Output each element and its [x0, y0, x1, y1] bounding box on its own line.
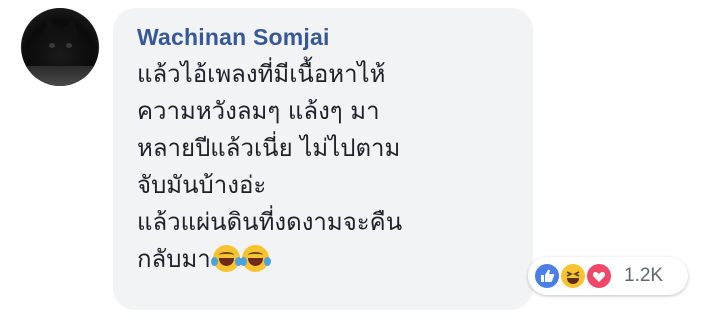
comment-text-last-line: กลับมา — [137, 241, 527, 278]
cat-eye-right — [66, 43, 72, 48]
comment-row: Wachinan Somjai แล้วไอ้เพลงที่มีเนื้อหาไ… — [0, 0, 711, 320]
cat-eye-left — [49, 43, 55, 48]
joy-emoji-icon — [210, 245, 242, 272]
joy-emoji-icon — [239, 245, 271, 272]
reaction-count: 1.2K — [624, 265, 664, 286]
comment-text-line: หลายปีแล้วเนี่ย ไม่ไปตาม — [137, 134, 401, 162]
cat-ear-right — [60, 15, 84, 37]
haha-reaction-icon — [559, 262, 587, 290]
comment-bubble: Wachinan Somjai แล้วไอ้เพลงที่มีเนื้อหาไ… — [113, 8, 533, 310]
cat-ear-left — [38, 15, 62, 37]
comment-text-line: จับมันบ้างอ่ะ — [137, 171, 267, 199]
comment-text-line: แล้วไอ้เพลงที่มีเนื้อหาไห้ — [137, 60, 386, 88]
love-reaction-icon — [585, 262, 613, 290]
reactions-summary[interactable]: 1.2K — [528, 257, 688, 295]
avatar[interactable] — [21, 8, 99, 86]
comment-text-line: ความหวังลมๆ แล้งๆ มา — [137, 97, 380, 125]
avatar-background — [21, 66, 99, 86]
comment-text-line: กลับมา — [137, 245, 211, 273]
comment-author-name[interactable]: Wachinan Somjai — [137, 24, 330, 51]
comment-text-line: แล้วแผ่นดินที่งดงามจะคืน — [137, 208, 403, 236]
like-reaction-icon — [533, 262, 561, 290]
comment-text: แล้วไอ้เพลงที่มีเนื้อหาไห้ ความหวังลมๆ แ… — [137, 56, 527, 278]
